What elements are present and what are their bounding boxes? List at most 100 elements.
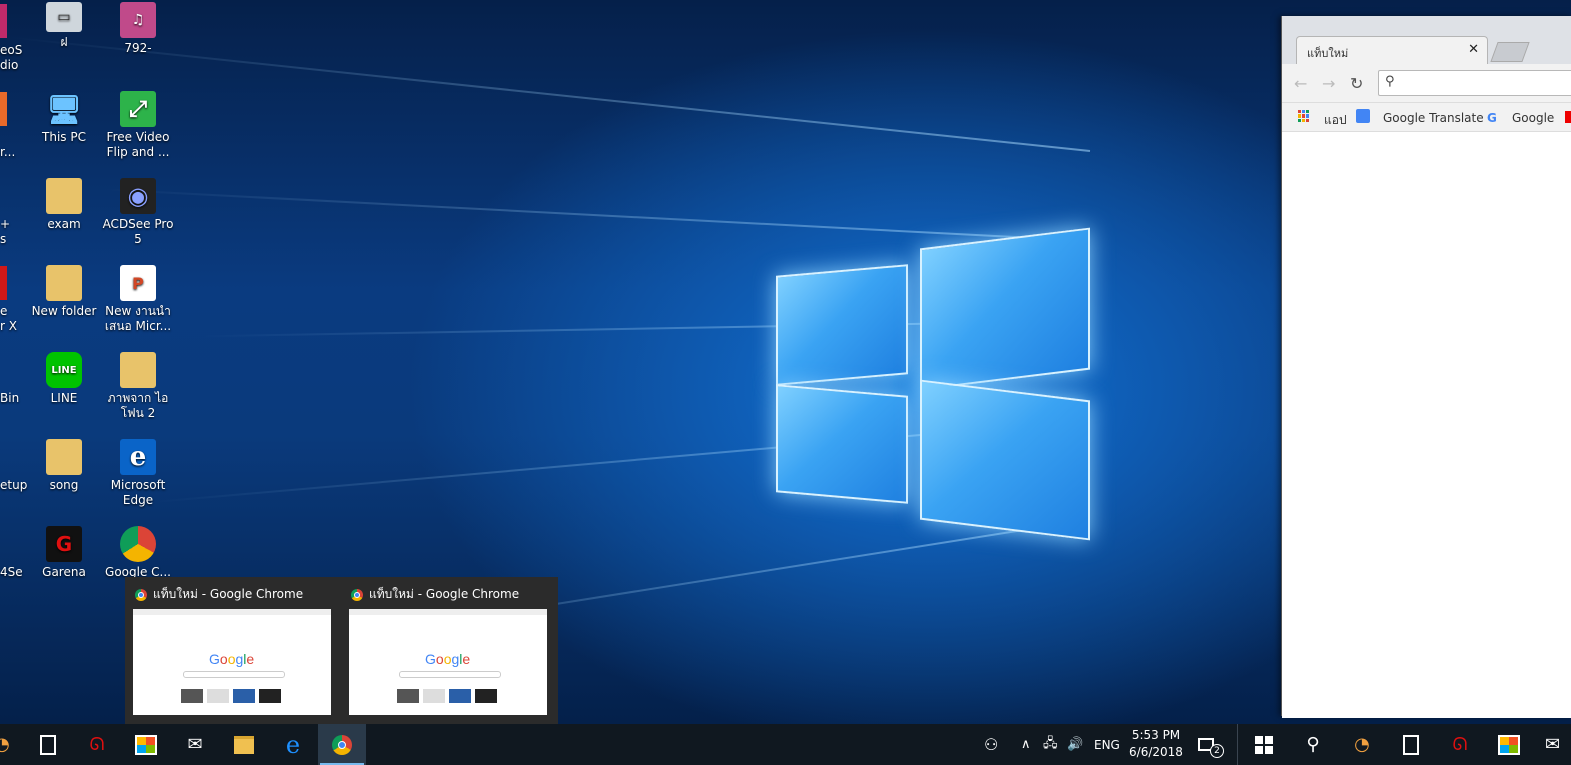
desktop-icon-label: ฝ (60, 35, 68, 49)
volume-icon[interactable]: 🔊 (1067, 724, 1083, 765)
people-icon[interactable]: ⚇ (984, 724, 998, 765)
reload-icon[interactable]: ↻ (1350, 74, 1363, 93)
desktop-icon-label: Garena (42, 565, 86, 579)
browser-toolbar: ← → ↻ ⚲ (1282, 64, 1571, 103)
mail-taskbar-icon[interactable]: ✉ (1534, 724, 1571, 765)
window-thumbnail[interactable]: แท็บใหม่ - Google Chrome Google (341, 577, 547, 722)
desktop-icon-partial-label[interactable]: eoS (0, 43, 22, 58)
network-icon[interactable]: 🖧 (1043, 724, 1058, 765)
windows-logo-wallpaper (770, 222, 1100, 547)
store-taskbar-icon[interactable] (122, 724, 170, 765)
desktop-icon-792[interactable]: ♫ 792- (99, 2, 177, 56)
folder-icon (120, 352, 156, 388)
desktop-icon-partial-label[interactable]: e (0, 304, 7, 319)
partial-app-icon[interactable] (0, 4, 7, 38)
desktop-icon-edge[interactable]: e Microsoft Edge (99, 439, 177, 508)
chrome-icon (351, 588, 363, 601)
youtube-icon (1565, 111, 1571, 123)
google-logo: Google (209, 651, 255, 667)
paint-taskbar-icon[interactable]: ◔ (0, 724, 26, 765)
garena-taskbar-icon[interactable]: ᘏ (73, 724, 121, 765)
apps-grid-icon[interactable] (1298, 110, 1310, 122)
action-center-icon[interactable]: 2 (1198, 724, 1224, 765)
chrome-icon (120, 526, 156, 562)
taskbar-divider (1237, 724, 1238, 765)
desktop-icon-partial-label[interactable]: Bin (0, 391, 19, 406)
desktop-icon-partial-label[interactable]: r... (0, 145, 15, 160)
bookmark-google-translate[interactable]: Google Translate (1383, 111, 1484, 125)
taskbar-thumbnail-popup: แท็บใหม่ - Google Chrome Google แท็บใหม่… (125, 577, 558, 724)
back-arrow-icon[interactable]: ← (1294, 74, 1307, 93)
powerpoint-icon: P (120, 265, 156, 301)
browser-tab[interactable]: แท็บใหม่ ✕ (1296, 36, 1488, 65)
desktop-icon-chrome[interactable]: Google C... (99, 526, 177, 580)
tab-title: แท็บใหม่ (1307, 47, 1349, 60)
address-bar[interactable]: ⚲ (1378, 70, 1571, 96)
bookmark-google[interactable]: Google (1512, 111, 1554, 125)
desktop-icon-partial-label[interactable]: 4Se (0, 565, 23, 580)
calculator-taskbar-icon[interactable] (24, 724, 72, 765)
close-tab-icon[interactable]: ✕ (1468, 42, 1479, 57)
mail-taskbar-icon[interactable]: ✉ (171, 724, 219, 765)
page-content[interactable] (1282, 132, 1571, 718)
desktop-icon-garena[interactable]: G Garena (25, 526, 103, 580)
clock[interactable]: 5:53 PM 6/6/2018 (1128, 727, 1184, 761)
edge-taskbar-icon[interactable]: e (269, 724, 317, 765)
google-translate-icon (1356, 109, 1370, 123)
desktop-icon-label: LINE (50, 391, 78, 405)
show-hidden-icons-chevron-icon[interactable]: ∧ (1021, 724, 1031, 765)
desktop-icon-label: Microsoft Edge (110, 478, 166, 507)
desktop-icon[interactable]: ▭ ฝ (25, 2, 103, 50)
folder-icon (46, 439, 82, 475)
folder-icon (46, 178, 82, 214)
desktop-icon-partial-label[interactable]: s (0, 232, 6, 247)
desktop-icon-iphone-pics[interactable]: ภาพจาก ไอโฟน 2 (99, 352, 177, 421)
partial-app-icon[interactable] (0, 266, 7, 300)
media-file-icon: ♫ (120, 2, 156, 38)
desktop-icon-song[interactable]: song (25, 439, 103, 493)
desktop-icon-partial-label[interactable]: dio (0, 58, 18, 73)
search-icon[interactable]: ⚲ (1289, 724, 1337, 765)
bookmark-apps[interactable]: แอป (1324, 111, 1347, 130)
desktop-icon-exam[interactable]: exam (25, 178, 103, 232)
clock-time: 5:53 PM (1131, 728, 1181, 742)
desktop-icon-label: exam (47, 217, 81, 231)
google-logo: Google (425, 651, 471, 667)
desktop-icon-free-video-flip[interactable]: ⤢ Free Video Flip and ... (99, 91, 177, 160)
forward-arrow-icon[interactable]: → (1322, 74, 1335, 93)
folder-icon (46, 265, 82, 301)
desktop-icon-partial-label[interactable]: + (0, 217, 10, 232)
store-taskbar-icon[interactable] (1485, 724, 1533, 765)
file-explorer-taskbar-icon[interactable] (220, 724, 268, 765)
desktop-icon-label: ภาพจาก ไอโฟน 2 (107, 391, 169, 420)
thumbnail-title: แท็บใหม่ - Google Chrome (153, 587, 304, 601)
paint-taskbar-icon[interactable]: ◔ (1338, 724, 1386, 765)
garena-taskbar-icon[interactable]: ᘏ (1436, 724, 1484, 765)
notification-count-badge: 2 (1210, 743, 1224, 758)
desktop-icon-label: song (49, 478, 79, 492)
desktop-icon-acdsee[interactable]: ◉ ACDSee Pro 5 (99, 178, 177, 247)
thumbnail-title: แท็บใหม่ - Google Chrome (369, 587, 520, 601)
chrome-window[interactable]: แท็บใหม่ ✕ ← → ↻ ⚲ แอป Google Translate … (1281, 16, 1571, 718)
line-icon: LINE (46, 352, 82, 388)
new-tab-button[interactable] (1490, 42, 1530, 62)
desktop-icon-powerpoint[interactable]: P New งานนำเสนอ Micr... (99, 265, 177, 334)
tab-strip: แท็บใหม่ ✕ (1282, 16, 1571, 65)
desktop-icon-line[interactable]: LINE LINE (25, 352, 103, 406)
desktop-icon-partial-label[interactable]: r X (0, 319, 17, 334)
thumbnail-preview: Google (349, 609, 547, 715)
desktop-icon-this-pc[interactable]: 🖥 This PC (25, 91, 103, 145)
chrome-taskbar-icon[interactable] (318, 724, 366, 765)
window-thumbnail[interactable]: แท็บใหม่ - Google Chrome Google (125, 577, 331, 722)
start-button[interactable] (1240, 724, 1288, 765)
desktop-icon-new-folder[interactable]: New folder (25, 265, 103, 319)
app-icon: ▭ (46, 2, 82, 32)
desktop-icon-label: This PC (42, 130, 86, 144)
language-indicator[interactable]: ENG (1094, 724, 1120, 765)
partial-app-icon[interactable] (0, 92, 7, 126)
desktop-icon-partial-label[interactable]: etup (0, 478, 27, 493)
desktop-icon-label: 792- (124, 41, 152, 55)
thumbnail-preview: Google (133, 609, 331, 715)
calculator-taskbar-icon[interactable] (1387, 724, 1435, 765)
desktop-icon-label: Free Video Flip and ... (106, 130, 170, 159)
